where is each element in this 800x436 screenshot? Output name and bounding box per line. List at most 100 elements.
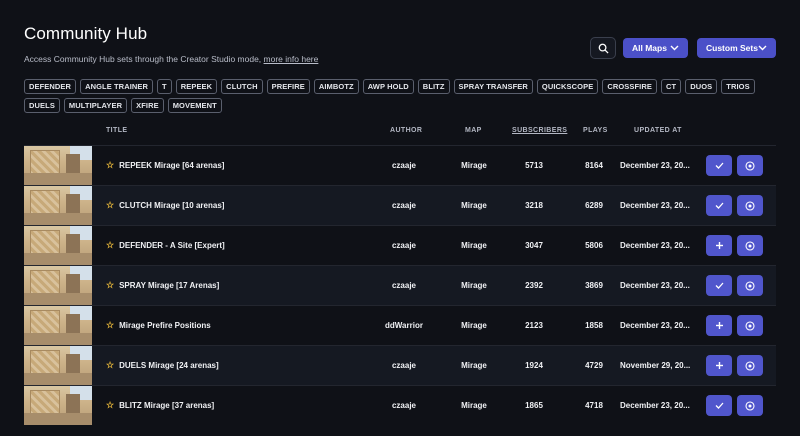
star-icon[interactable]: ☆ — [106, 280, 114, 291]
play-circle-icon — [745, 200, 755, 211]
row-map: Mirage — [461, 161, 487, 170]
star-icon[interactable]: ☆ — [106, 200, 114, 211]
chevron-down-icon — [670, 45, 679, 51]
map-thumbnail — [24, 386, 92, 425]
play-button[interactable] — [737, 275, 763, 296]
sets-dropdown[interactable]: Custom Sets — [697, 38, 776, 58]
tag-filter[interactable]: QUICKSCOPE — [536, 79, 599, 94]
page-header: Community Hub Access Community Hub sets … — [24, 24, 318, 64]
table-row[interactable]: ☆ SPRAY Mirage [17 Arenas] czaaje Mirage 239… — [24, 265, 776, 305]
more-info-link[interactable]: more info here — [264, 54, 319, 64]
map-thumbnail — [24, 306, 92, 345]
check-icon — [715, 402, 723, 409]
tag-filter[interactable]: DUOS — [685, 79, 718, 94]
tag-filter[interactable]: XFIRE — [131, 98, 164, 113]
tag-filter[interactable]: CLUTCH — [221, 79, 263, 94]
row-author: ddWarrior — [385, 321, 423, 330]
play-button[interactable] — [737, 355, 763, 376]
set-title[interactable]: Mirage Prefire Positions — [119, 321, 211, 330]
column-author[interactable]: AUTHOR — [390, 127, 422, 134]
star-icon[interactable]: ☆ — [106, 320, 114, 331]
tag-filter[interactable]: TRIOS — [721, 79, 755, 94]
column-updated[interactable]: UPDATED AT — [634, 127, 682, 134]
tag-filter[interactable]: MULTIPLAYER — [63, 98, 128, 113]
column-subscribers[interactable]: SUBSCRIBERS — [512, 127, 567, 134]
subscribed-button[interactable] — [706, 195, 732, 216]
row-title: ☆ Mirage Prefire Positions — [106, 306, 211, 345]
tag-filter[interactable]: MOVEMENT — [167, 98, 222, 113]
subscribe-button[interactable] — [706, 315, 732, 336]
tag-filter[interactable]: DEFENDER — [24, 79, 77, 94]
play-circle-icon — [745, 240, 755, 251]
tag-filter[interactable]: AIMBOTZ — [313, 79, 359, 94]
play-circle-icon — [745, 360, 755, 371]
subtitle-text: Access Community Hub sets through the Cr… — [24, 54, 262, 64]
row-plays: 4729 — [585, 361, 603, 370]
row-author: czaaje — [391, 361, 417, 370]
table-header: TITLE AUTHOR MAP SUBSCRIBERS PLAYS UPDAT… — [0, 124, 800, 138]
row-subscribers: 3047 — [525, 241, 543, 250]
row-subscribers: 3218 — [525, 201, 543, 210]
row-updated: December 23, 20... — [620, 201, 690, 210]
row-author: czaaje — [391, 201, 417, 210]
play-circle-icon — [745, 320, 755, 331]
play-button[interactable] — [737, 195, 763, 216]
subscribe-button[interactable] — [706, 235, 732, 256]
play-circle-icon — [745, 400, 755, 411]
table-row[interactable]: ☆ REPEEK Mirage [64 arenas] czaaje Mirage 57… — [24, 145, 776, 185]
star-icon[interactable]: ☆ — [106, 240, 114, 251]
play-button[interactable] — [737, 315, 763, 336]
table-row[interactable]: ☆ CLUTCH Mirage [10 arenas] czaaje Mirage 32… — [24, 185, 776, 225]
sets-dropdown-label: Custom Sets — [706, 43, 758, 53]
star-icon[interactable]: ☆ — [106, 400, 114, 411]
set-title[interactable]: REPEEK Mirage [64 arenas] — [119, 161, 224, 170]
subscribed-button[interactable] — [706, 155, 732, 176]
row-subscribers: 2392 — [525, 281, 543, 290]
row-author: czaaje — [391, 161, 417, 170]
map-thumbnail — [24, 186, 92, 225]
tag-filter[interactable]: DUELS — [24, 98, 60, 113]
tag-filter[interactable]: CT — [660, 79, 682, 94]
set-title[interactable]: SPRAY Mirage [17 Arenas] — [119, 281, 219, 290]
chevron-down-icon — [758, 45, 767, 51]
play-button[interactable] — [737, 155, 763, 176]
set-title[interactable]: DEFENDER - A Site [Expert] — [119, 241, 225, 250]
column-title[interactable]: TITLE — [106, 127, 127, 134]
table-row[interactable]: ☆ DUELS Mirage [24 arenas] czaaje Mirage 192… — [24, 345, 776, 385]
play-button[interactable] — [737, 395, 763, 416]
tag-filter[interactable]: SPRAY TRANSFER — [453, 79, 533, 94]
plus-icon — [715, 242, 723, 249]
map-thumbnail — [24, 266, 92, 305]
row-map: Mirage — [461, 281, 487, 290]
table-row[interactable]: ☆ BLITZ Mirage [37 arenas] czaaje Mirage 186… — [24, 385, 776, 425]
row-subscribers: 2123 — [525, 321, 543, 330]
maps-dropdown[interactable]: All Maps — [623, 38, 688, 58]
row-author: czaaje — [391, 241, 417, 250]
tag-filter[interactable]: CROSSFIRE — [602, 79, 657, 94]
set-title[interactable]: CLUTCH Mirage [10 arenas] — [119, 201, 224, 210]
tag-filter[interactable]: BLITZ — [417, 79, 450, 94]
tag-filter[interactable]: REPEEK — [175, 79, 218, 94]
tag-filter[interactable]: PREFIRE — [266, 79, 310, 94]
tag-filter-list: DEFENDER ANGLE TRAINER T REPEEK CLUTCH PREFIR… — [24, 79, 776, 113]
subscribed-button[interactable] — [706, 275, 732, 296]
table-row[interactable]: ☆ DEFENDER - A Site [Expert] czaaje Mirage 3… — [24, 225, 776, 265]
tag-filter[interactable]: ANGLE TRAINER — [80, 79, 154, 94]
column-plays[interactable]: PLAYS — [583, 127, 608, 134]
table-row[interactable]: ☆ Mirage Prefire Positions ddWarrior Mirage… — [24, 305, 776, 345]
play-button[interactable] — [737, 235, 763, 256]
subscribed-button[interactable] — [706, 395, 732, 416]
row-map: Mirage — [461, 321, 487, 330]
tag-filter[interactable]: AWP HOLD — [362, 79, 414, 94]
column-map[interactable]: MAP — [465, 127, 482, 134]
tag-filter[interactable]: T — [157, 79, 172, 94]
search-button[interactable] — [590, 37, 616, 59]
star-icon[interactable]: ☆ — [106, 160, 114, 171]
set-title[interactable]: BLITZ Mirage [37 arenas] — [119, 401, 214, 410]
star-icon[interactable]: ☆ — [106, 360, 114, 371]
set-title[interactable]: DUELS Mirage [24 arenas] — [119, 361, 219, 370]
row-author: czaaje — [391, 401, 417, 410]
check-icon — [715, 162, 723, 169]
maps-dropdown-label: All Maps — [632, 43, 667, 53]
subscribe-button[interactable] — [706, 355, 732, 376]
